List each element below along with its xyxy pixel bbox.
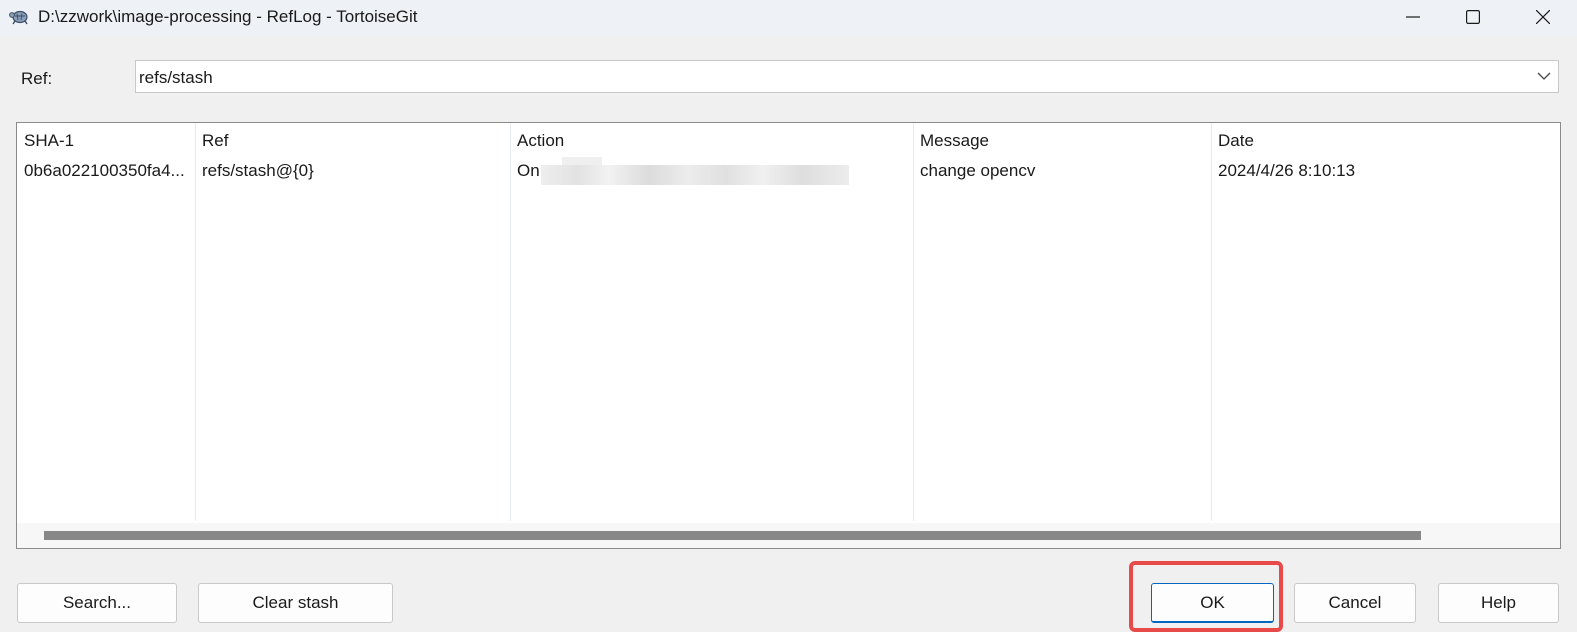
row-action: On [517,161,540,180]
reflog-list[interactable]: SHA-1 Ref Action Message Date 0b6a022100… [16,122,1561,549]
column-header-sha[interactable]: SHA-1 [24,131,74,151]
clear-stash-button[interactable]: Clear stash [198,583,393,623]
tortoise-icon [8,6,30,26]
search-button[interactable]: Search... [17,583,177,623]
title-bar: D:\zzwork\image-processing - RefLog - To… [0,0,1577,36]
close-icon [1536,10,1550,24]
column-divider [510,123,511,521]
column-header-date[interactable]: Date [1218,131,1254,151]
ref-label: Ref: [21,69,53,88]
row-ref: refs/stash@{0} [202,161,314,180]
maximize-button[interactable] [1444,0,1502,34]
ok-button[interactable]: OK [1151,583,1274,623]
help-button[interactable]: Help [1438,583,1559,623]
minimize-icon [1406,16,1420,18]
column-header-action[interactable]: Action [517,131,564,151]
cancel-button[interactable]: Cancel [1294,583,1416,623]
window-title: D:\zzwork\image-processing - RefLog - To… [38,7,418,26]
close-button[interactable] [1514,0,1572,34]
column-header-message[interactable]: Message [920,131,989,151]
column-divider [913,123,914,521]
column-divider [1211,123,1212,521]
row-date: 2024/4/26 8:10:13 [1218,161,1356,180]
redacted-region [562,157,602,165]
minimize-button[interactable] [1384,0,1442,34]
column-header-ref[interactable]: Ref [202,131,228,151]
row-message: change opencv [920,161,1036,180]
redacted-action-text [541,165,849,185]
ref-dropdown[interactable]: refs/stash [135,60,1559,93]
maximize-icon [1466,10,1480,24]
scrollbar-thumb[interactable] [44,531,1421,540]
column-divider [195,123,196,521]
chevron-down-icon [1537,72,1551,80]
ref-dropdown-value: refs/stash [139,68,213,87]
row-sha: 0b6a022100350fa4... [24,161,185,180]
horizontal-scrollbar[interactable] [17,523,1560,548]
